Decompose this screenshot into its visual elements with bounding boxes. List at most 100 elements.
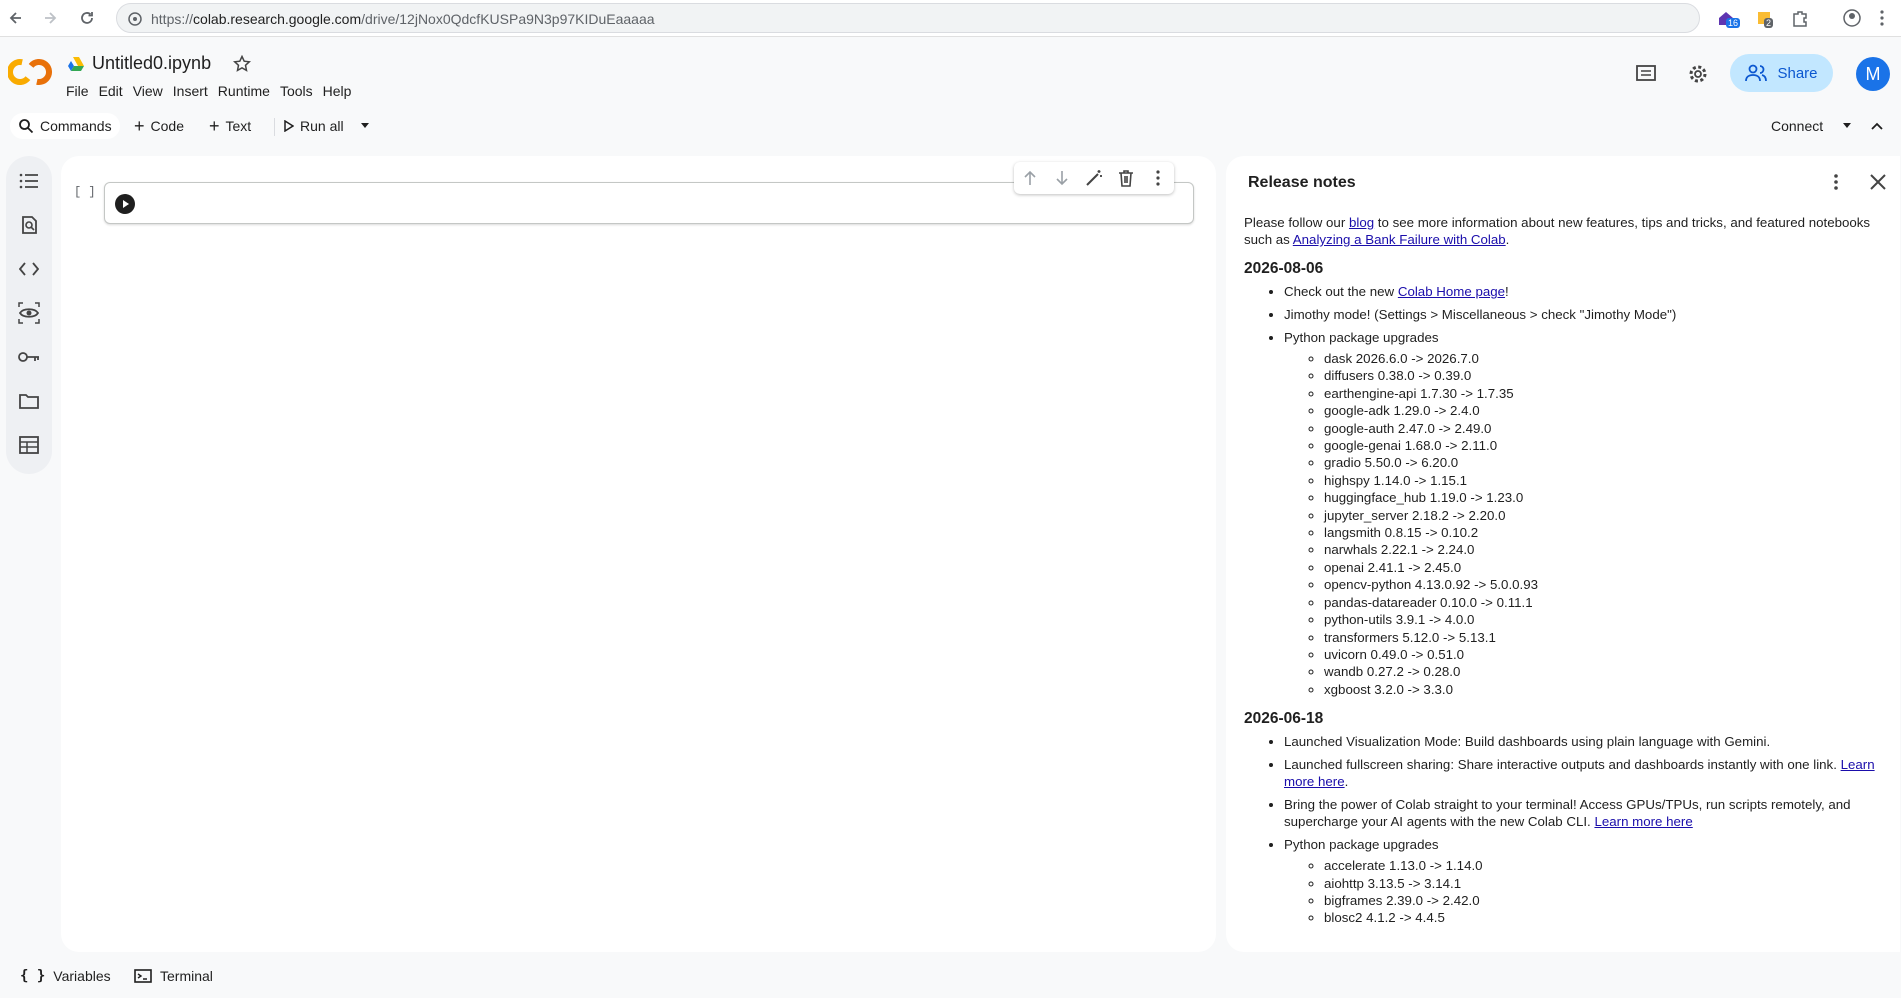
package-item: uvicorn 0.49.0 -> 0.51.0 xyxy=(1324,646,1884,663)
menu-help[interactable]: Help xyxy=(323,83,360,99)
learn-more-link[interactable]: Learn more here xyxy=(1594,814,1692,829)
reload-icon[interactable] xyxy=(75,6,99,30)
extension-icon[interactable]: 16 xyxy=(1716,8,1741,28)
table-of-contents-icon[interactable] xyxy=(17,169,41,193)
package-item: diffusers 0.38.0 -> 0.39.0 xyxy=(1324,367,1884,384)
package-item: google-genai 1.68.0 -> 2.11.0 xyxy=(1324,437,1884,454)
left-sidebar xyxy=(6,156,52,474)
terminal-icon xyxy=(134,969,152,983)
release-items: Launched Visualization Mode: Build dashb… xyxy=(1244,733,1884,927)
package-item: langsmith 0.8.15 -> 0.10.2 xyxy=(1324,524,1884,541)
package-item: dask 2026.6.0 -> 2026.7.0 xyxy=(1324,350,1884,367)
menu-runtime[interactable]: Runtime xyxy=(218,83,278,99)
package-item: opencv-python 4.13.0.92 -> 5.0.0.93 xyxy=(1324,576,1884,593)
move-up-icon[interactable] xyxy=(1020,168,1040,188)
more-options-icon[interactable] xyxy=(1148,168,1168,188)
release-date-heading: 2026-08-06 xyxy=(1244,260,1324,277)
find-replace-icon[interactable] xyxy=(17,213,41,237)
commands-label: Commands xyxy=(40,118,112,134)
package-item: wandb 0.27.2 -> 0.28.0 xyxy=(1324,663,1884,680)
colab-home-link[interactable]: Colab Home page xyxy=(1398,284,1505,299)
move-down-icon[interactable] xyxy=(1052,168,1072,188)
plus-icon: + xyxy=(134,115,145,136)
release-notes-panel: Release notes Please follow our blog to … xyxy=(1226,156,1900,952)
back-icon[interactable] xyxy=(4,6,28,30)
list-item: Python package upgrades dask 2026.6.0 ->… xyxy=(1284,329,1884,698)
site-info-icon[interactable] xyxy=(127,11,143,27)
terminal-label: Terminal xyxy=(160,968,213,984)
puzzle-icon[interactable] xyxy=(1790,8,1810,28)
menu-tools[interactable]: Tools xyxy=(280,83,321,99)
play-icon xyxy=(284,120,294,132)
notebook-title[interactable]: Untitled0.ipynb xyxy=(92,53,211,74)
extension-badge: 2 xyxy=(1764,18,1774,28)
menu-insert[interactable]: Insert xyxy=(173,83,216,99)
share-button[interactable]: Share xyxy=(1730,54,1833,92)
plus-icon: + xyxy=(209,115,220,136)
profile-icon[interactable] xyxy=(1842,8,1862,28)
package-item: narwhals 2.22.1 -> 2.24.0 xyxy=(1324,541,1884,558)
add-code-button[interactable]: + Code xyxy=(134,113,184,139)
package-item: accelerate 1.13.0 -> 1.14.0 xyxy=(1324,857,1884,874)
add-text-button[interactable]: + Text xyxy=(209,113,251,139)
delete-icon[interactable] xyxy=(1116,168,1136,188)
notebook-area[interactable] xyxy=(61,156,1216,952)
connect-button[interactable]: Connect xyxy=(1771,113,1823,139)
connect-label: Connect xyxy=(1771,118,1824,134)
terminal-button[interactable]: Terminal xyxy=(134,968,213,984)
more-vert-icon[interactable] xyxy=(1824,170,1848,194)
package-item: aiohttp 3.13.5 -> 3.14.1 xyxy=(1324,875,1884,892)
package-item: google-auth 2.47.0 -> 2.49.0 xyxy=(1324,420,1884,437)
package-item: xgboost 3.2.0 -> 3.3.0 xyxy=(1324,681,1884,698)
folder-icon[interactable] xyxy=(17,389,41,413)
avatar[interactable]: M xyxy=(1856,57,1890,91)
run-cell-button[interactable] xyxy=(115,194,135,214)
key-icon[interactable] xyxy=(17,345,41,369)
address-bar[interactable]: https://colab.research.google.com/drive/… xyxy=(116,3,1700,33)
secrets-eye-icon[interactable] xyxy=(17,301,41,325)
package-item: huggingface_hub 1.19.0 -> 1.23.0 xyxy=(1324,489,1884,506)
caret-down-icon xyxy=(361,123,369,128)
add-text-label: Text xyxy=(225,118,252,134)
notebook-toolbar: Commands + Code + Text Run all Connect xyxy=(0,110,1901,142)
run-all-dropdown[interactable] xyxy=(360,113,370,139)
settings-gear-icon[interactable] xyxy=(1685,61,1711,87)
magic-wand-icon[interactable] xyxy=(1084,168,1104,188)
collapse-header-button[interactable] xyxy=(1871,113,1883,139)
menu-file[interactable]: File xyxy=(66,83,97,99)
menu-bar: File Edit View Insert Runtime Tools Help xyxy=(66,83,361,99)
add-code-label: Code xyxy=(150,118,184,134)
panel-title: Release notes xyxy=(1248,174,1356,191)
colab-header: Untitled0.ipynb File Edit View Insert Ru… xyxy=(0,37,1901,109)
close-icon[interactable] xyxy=(1866,170,1890,194)
run-all-button[interactable]: Run all xyxy=(284,113,344,139)
package-item: gradio 5.50.0 -> 6.20.0 xyxy=(1324,454,1884,471)
google-drive-icon xyxy=(68,56,84,71)
data-table-icon[interactable] xyxy=(17,433,41,457)
featured-notebook-link[interactable]: Analyzing a Bank Failure with Colab xyxy=(1293,232,1506,247)
connect-dropdown[interactable] xyxy=(1842,113,1852,139)
blog-link[interactable]: blog xyxy=(1349,215,1374,230)
extension-icon[interactable]: 2 xyxy=(1754,8,1774,28)
variables-button[interactable]: { } Variables xyxy=(20,968,111,984)
colab-logo[interactable] xyxy=(7,57,52,87)
list-item: Check out the new Colab Home page! xyxy=(1284,283,1884,300)
play-icon xyxy=(123,200,129,208)
package-item: bigframes 2.39.0 -> 2.42.0 xyxy=(1324,892,1884,909)
list-item: Bring the power of Colab straight to you… xyxy=(1284,796,1884,830)
package-list: accelerate 1.13.0 -> 1.14.0 aiohttp 3.13… xyxy=(1284,857,1884,927)
menu-view[interactable]: View xyxy=(133,83,171,99)
intro-paragraph: Please follow our blog to see more infor… xyxy=(1244,215,1871,247)
browser-menu-icon[interactable] xyxy=(1872,8,1892,28)
commands-button[interactable]: Commands xyxy=(10,113,120,139)
braces-icon: { } xyxy=(20,968,46,984)
menu-edit[interactable]: Edit xyxy=(99,83,131,99)
comments-icon[interactable] xyxy=(1633,61,1659,87)
package-item: blosc2 4.1.2 -> 4.4.5 xyxy=(1324,909,1884,926)
forward-icon[interactable] xyxy=(38,6,62,30)
list-item: Launched fullscreen sharing: Share inter… xyxy=(1284,756,1884,790)
code-snippets-icon[interactable] xyxy=(17,257,41,281)
star-icon[interactable] xyxy=(233,54,252,73)
release-date-heading: 2026-06-18 xyxy=(1244,710,1324,728)
run-all-label: Run all xyxy=(300,118,344,134)
